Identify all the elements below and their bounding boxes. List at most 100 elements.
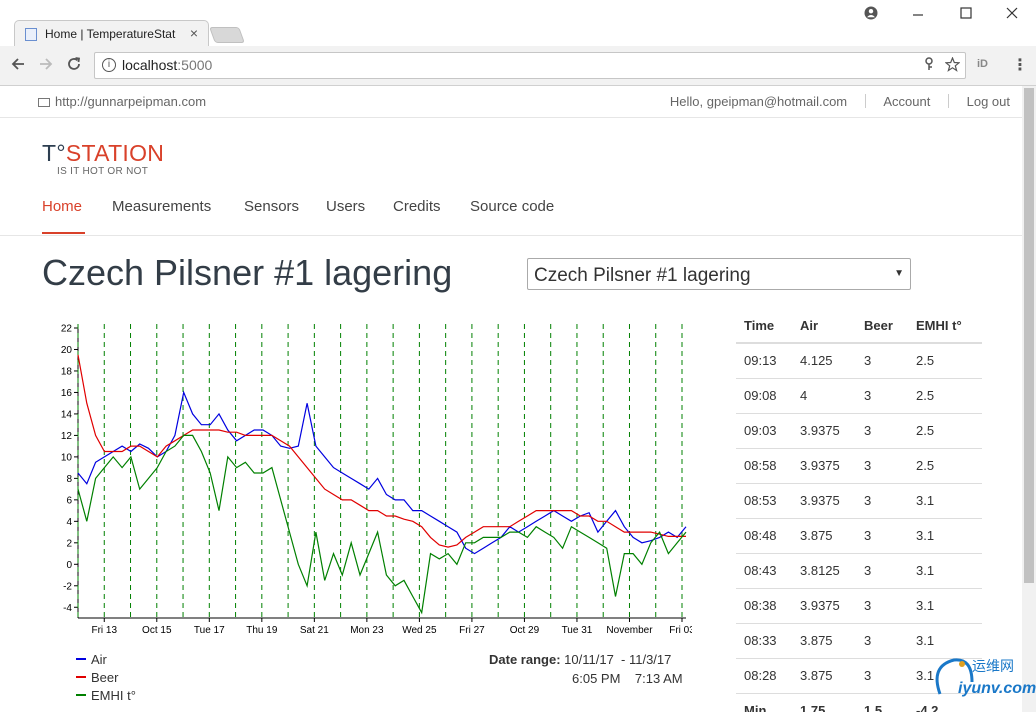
table-cell: 1.75	[792, 692, 856, 712]
scrollbar-thumb[interactable]	[1024, 88, 1034, 583]
y-tick-label: 22	[61, 324, 73, 335]
table-row: 08:48 3.875 3 3.1	[736, 517, 982, 553]
logo-t: T°	[42, 140, 66, 166]
table-cell: 08:38	[736, 587, 792, 623]
table-cell: 2.5	[908, 377, 982, 413]
series-line-air	[77, 390, 687, 555]
table-cell: 08:58	[736, 447, 792, 483]
greeting-link[interactable]: Hello, gpeipman@hotmail.com	[670, 94, 847, 109]
url-text: localhost:5000	[122, 57, 213, 73]
table-cell: 3.1	[908, 587, 982, 623]
table-cell: 09:08	[736, 377, 792, 413]
table-cell: 3.9375	[792, 447, 856, 483]
table-cell: 3.1	[908, 482, 982, 518]
table-cell: 2.5	[908, 447, 982, 483]
logout-link[interactable]: Log out	[967, 94, 1010, 109]
page-title: Czech Pilsner #1 lagering	[42, 252, 453, 293]
table-cell: 3.1	[908, 622, 982, 658]
nav-home[interactable]: Home	[42, 198, 82, 215]
legend-item-air: Air	[76, 652, 136, 670]
extension-icon[interactable]: iD	[977, 58, 988, 70]
url-input[interactable]: i localhost:5000	[94, 52, 966, 79]
site-link[interactable]: http://gunnarpeipman.com	[38, 94, 206, 109]
account-links: Hello, gpeipman@hotmail.com Account Log …	[670, 94, 1010, 109]
x-tick-label: Oct 29	[510, 625, 540, 636]
y-tick-label: 12	[61, 431, 73, 442]
y-tick-label: 6	[66, 495, 72, 506]
x-tick-label: Wed 25	[402, 625, 437, 636]
minimize-icon[interactable]	[912, 6, 924, 23]
table-cell: 4	[792, 377, 856, 413]
x-tick-label: Fri 13	[91, 625, 117, 636]
table-cell: 2.5	[908, 342, 982, 378]
nav-credits[interactable]: Credits	[393, 198, 441, 215]
nav-measurements[interactable]: Measurements	[112, 198, 211, 215]
table-cell: 08:28	[736, 657, 792, 693]
x-tick-label: Oct 15	[142, 625, 172, 636]
menu-icon[interactable]: ⋮	[1012, 55, 1028, 75]
main-nav: Home Measurements Sensors Users Credits …	[0, 198, 1022, 236]
divider	[864, 94, 866, 108]
y-tick-label: 10	[61, 452, 73, 463]
info-icon[interactable]: i	[102, 58, 116, 72]
y-tick-label: 20	[61, 345, 73, 356]
date-range: Date range: 10/11/17 - 11/3/17 6:05 PM 7…	[489, 652, 689, 686]
y-tick-label: -2	[63, 581, 72, 592]
table-cell: 3	[856, 657, 908, 693]
page-scrollbar[interactable]	[1022, 86, 1036, 712]
table-cell: 08:43	[736, 552, 792, 588]
profile-icon[interactable]	[864, 6, 878, 24]
divider	[948, 94, 949, 108]
batch-select[interactable]: Czech Pilsner #1 lagering ▼	[527, 258, 911, 290]
table-cell: 3	[856, 412, 908, 448]
chart-legend: Air Beer EMHI t°	[76, 652, 136, 706]
bookmark-star-icon[interactable]	[944, 56, 961, 75]
tagline: IS IT HOT OR NOT	[57, 166, 149, 177]
y-tick-label: 18	[61, 366, 73, 377]
x-tick-label: Sat 21	[300, 625, 329, 636]
table-row: 08:53 3.9375 3 3.1	[736, 482, 982, 518]
nav-sensors[interactable]: Sensors	[244, 198, 299, 215]
key-icon[interactable]	[923, 57, 935, 74]
x-tick-label: Fri 03	[669, 625, 692, 636]
active-nav-indicator	[42, 232, 85, 234]
legend-item-emhi: EMHI t°	[76, 688, 136, 706]
account-link[interactable]: Account	[883, 94, 930, 109]
table-cell: 4.125	[792, 342, 856, 378]
column-header: EMHI t°	[908, 308, 982, 344]
table-row: 08:43 3.8125 3 3.1	[736, 552, 982, 588]
table-row: 09:03 3.9375 3 2.5	[736, 412, 982, 448]
table-cell: 09:13	[736, 342, 792, 378]
measurements-table: Time Air Beer EMHI t° 09:13 4.125 3 2.5 09:08 4 3…	[736, 308, 982, 712]
back-icon[interactable]	[10, 56, 26, 77]
table-cell: 3	[856, 377, 908, 413]
close-window-icon[interactable]	[1006, 6, 1018, 23]
new-tab-button[interactable]	[209, 27, 245, 43]
nav-users[interactable]: Users	[326, 198, 365, 215]
forward-icon[interactable]	[38, 56, 54, 77]
logo[interactable]: T°STATION	[42, 140, 164, 167]
reload-icon[interactable]	[66, 56, 82, 77]
table-cell: 09:03	[736, 412, 792, 448]
x-tick-label: November	[606, 625, 653, 636]
page-icon	[25, 28, 37, 41]
table-cell: 3	[856, 517, 908, 553]
x-tick-label: Fri 27	[459, 625, 485, 636]
dropdown-arrow-icon: ▼	[894, 268, 904, 279]
column-header: Time	[736, 308, 792, 344]
table-row: 08:38 3.9375 3 3.1	[736, 587, 982, 623]
table-cell: 3.875	[792, 622, 856, 658]
nav-source-code[interactable]: Source code	[470, 198, 554, 215]
table-cell: 1.5	[856, 692, 908, 712]
top-info-bar: http://gunnarpeipman.com Hello, gpeipman…	[0, 86, 1022, 118]
close-tab-icon[interactable]: ×	[190, 25, 198, 41]
logo-station: STATION	[65, 140, 165, 166]
table-row: 09:08 4 3 2.5	[736, 377, 982, 413]
y-tick-label: 14	[61, 409, 73, 420]
table-cell: 3	[856, 622, 908, 658]
browser-tab[interactable]: Home | TemperatureStat ×	[14, 20, 209, 47]
table-cell: 3	[856, 482, 908, 518]
maximize-icon[interactable]	[960, 6, 972, 23]
series-line-beer	[77, 354, 686, 548]
table-cell: 3	[856, 587, 908, 623]
